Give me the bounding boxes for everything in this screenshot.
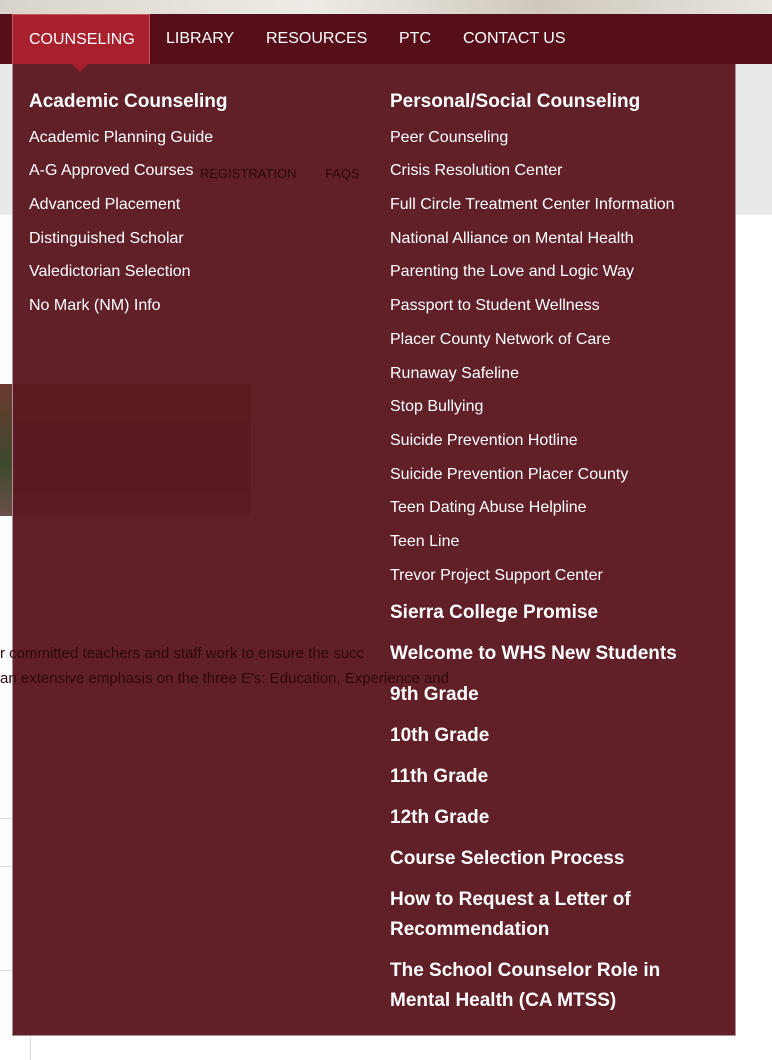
hero-image <box>0 0 772 14</box>
academic-heading[interactable]: Academic Counseling <box>29 90 228 114</box>
active-caret <box>72 64 88 72</box>
menu-item[interactable]: Teen Dating Abuse Helpline <box>390 498 720 518</box>
menu-item[interactable]: Academic Planning Guide <box>29 128 228 148</box>
menu-item[interactable]: Advanced Placement <box>29 195 228 215</box>
divider <box>30 1036 31 1060</box>
section-link[interactable]: The School Counselor Role in Mental Heal… <box>390 956 690 1016</box>
menu-item[interactable]: No Mark (NM) Info <box>29 296 228 316</box>
academic-column: Academic Counseling Academic Planning Gu… <box>29 90 228 316</box>
quicklink-registration[interactable]: REGISTRATION <box>200 166 297 181</box>
menu-item[interactable]: Suicide Prevention Placer County <box>390 465 720 485</box>
personal-column: Personal/Social Counseling Peer Counseli… <box>390 90 720 1016</box>
section-link[interactable]: Sierra College Promise <box>390 598 720 628</box>
nav-resources[interactable]: RESOURCES <box>266 14 367 64</box>
menu-item[interactable]: Valedictorian Selection <box>29 262 228 282</box>
section-link[interactable]: 12th Grade <box>390 803 720 833</box>
quicklink-faqs[interactable]: FAQS <box>325 166 360 181</box>
personal-heading[interactable]: Personal/Social Counseling <box>390 90 720 114</box>
menu-item[interactable]: National Alliance on Mental Health <box>390 229 720 249</box>
nav-ptc[interactable]: PTC <box>399 14 431 64</box>
menu-item[interactable]: Crisis Resolution Center <box>390 161 720 181</box>
menu-item[interactable]: Suicide Prevention Hotline <box>390 431 720 451</box>
section-link[interactable]: 11th Grade <box>390 762 720 792</box>
intro-text-line: an extensive emphasis on the three E's: … <box>0 670 449 687</box>
menu-item[interactable]: Full Circle Treatment Center Information <box>390 195 720 215</box>
counseling-dropdown: Academic Counseling Academic Planning Gu… <box>12 64 736 1036</box>
menu-item[interactable]: Trevor Project Support Center <box>390 566 720 586</box>
intro-text-line: r committed teachers and staff work to e… <box>0 645 365 662</box>
menu-item[interactable]: Placer County Network of Care <box>390 330 720 350</box>
nav-contact-us[interactable]: CONTACT US <box>463 14 566 64</box>
nav-counseling[interactable]: COUNSELING <box>12 14 150 64</box>
menu-item[interactable]: A-G Approved Courses <box>29 161 228 181</box>
nav-library[interactable]: LIBRARY <box>166 14 234 64</box>
menu-item[interactable]: Teen Line <box>390 532 720 552</box>
menu-item[interactable]: Stop Bullying <box>390 397 720 417</box>
section-link[interactable]: How to Request a Letter of Recommendatio… <box>390 885 670 945</box>
section-link[interactable]: Course Selection Process <box>390 844 720 874</box>
main-nav: COUNSELING LIBRARY RESOURCES PTC CONTACT… <box>0 14 772 64</box>
section-link[interactable]: 10th Grade <box>390 721 720 751</box>
menu-item[interactable]: Distinguished Scholar <box>29 229 228 249</box>
section-link[interactable]: Welcome to WHS New Students <box>390 639 720 669</box>
menu-item[interactable]: Peer Counseling <box>390 128 720 148</box>
menu-item[interactable]: Passport to Student Wellness <box>390 296 720 316</box>
menu-item[interactable]: Parenting the Love and Logic Way <box>390 262 720 282</box>
menu-item[interactable]: Runaway Safeline <box>390 364 720 384</box>
